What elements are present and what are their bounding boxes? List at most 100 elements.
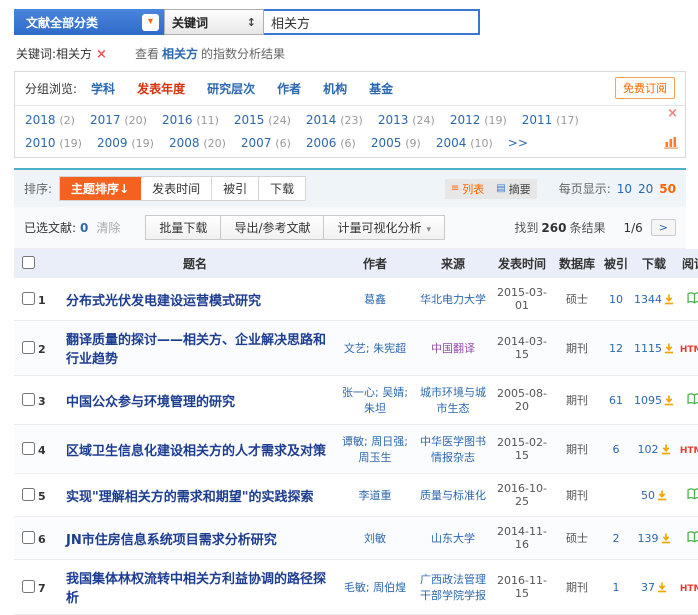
result-authors-link[interactable]: 谭敏; 周日强; 周玉生 <box>342 435 408 464</box>
list-view-button[interactable]: ≡列表 <box>445 179 490 199</box>
abstract-view-button[interactable]: ▤摘要 <box>490 179 536 199</box>
view-mode-toggle: ≡列表 ▤摘要 <box>445 179 537 199</box>
result-authors-link[interactable]: 张一心; 吴婧; 朱坦 <box>342 386 408 415</box>
row-checkbox[interactable] <box>22 531 35 544</box>
year-filter[interactable]: 2010 (19) <box>25 136 82 150</box>
year-filter[interactable]: 2011 (17) <box>522 113 579 127</box>
row-checkbox[interactable] <box>22 488 35 501</box>
category-select-button[interactable]: 文献全部分类 ▾ <box>14 9 164 35</box>
sort-by-cited[interactable]: 被引 <box>212 177 259 200</box>
year-filter[interactable]: 2004 (10) <box>436 136 493 150</box>
row-checkbox[interactable] <box>22 393 35 406</box>
result-row: 3 中国公众参与环境管理的研究 张一心; 吴婧; 朱坦 城市环境与城市生态 20… <box>14 376 698 425</box>
more-years-link[interactable]: >> <box>508 136 528 150</box>
chevron-down-icon[interactable]: ▾ <box>142 14 159 31</box>
cited-count-link[interactable]: 1 <box>613 581 620 594</box>
year-filter[interactable]: 2007 (6) <box>241 136 291 150</box>
row-checkbox[interactable] <box>22 442 35 455</box>
result-title-link[interactable]: 分布式光伏发电建设运营模式研究 <box>66 294 261 309</box>
download-icon <box>664 294 674 305</box>
year-filter[interactable]: 2013 (24) <box>378 113 435 127</box>
sort-by-date[interactable]: 发表时间 <box>141 177 212 200</box>
clear-selection-link[interactable]: 清除 <box>96 219 120 236</box>
year-filter[interactable]: 2017 (20) <box>90 113 147 127</box>
download-link[interactable]: 50 <box>641 489 667 502</box>
result-database: 硕士 <box>554 278 600 321</box>
search-input[interactable] <box>264 9 480 35</box>
result-title-link[interactable]: 实现"理解相关方的需求和期望"的实践探索 <box>66 490 314 505</box>
facet-tab-year[interactable]: 发表年度 <box>137 80 185 97</box>
result-source-link[interactable]: 华北电力大学 <box>420 293 486 306</box>
year-filter[interactable]: 2009 (19) <box>97 136 154 150</box>
cited-count-link[interactable]: 2 <box>613 532 620 545</box>
export-refs-button[interactable]: 导出/参考文献 <box>220 215 324 240</box>
result-title-link[interactable]: JN市住房信息系统项目需求分析研究 <box>66 533 277 548</box>
cited-count-link[interactable]: 12 <box>609 342 623 355</box>
per-page-10[interactable]: 10 <box>617 182 632 196</box>
download-link[interactable]: 37 <box>641 581 667 594</box>
download-link[interactable]: 102 <box>638 443 671 456</box>
read-html-link[interactable]: HTML <box>680 345 698 355</box>
sort-by-topic[interactable]: 主题排序↓ <box>60 177 141 200</box>
result-source-link[interactable]: 中国翻译 <box>431 342 475 355</box>
result-source-link[interactable]: 山东大学 <box>431 532 475 545</box>
result-authors-link[interactable]: 葛鑫 <box>364 293 386 306</box>
close-panel-icon[interactable]: × <box>667 106 678 121</box>
result-title-link[interactable]: 翻译质量的探讨——相关方、企业解决思路和行业趋势 <box>66 333 326 367</box>
search-field-select[interactable]: 关键词 ↕ <box>164 9 264 35</box>
facet-tab-institution[interactable]: 机构 <box>323 80 347 97</box>
year-filter[interactable]: 2006 (6) <box>306 136 356 150</box>
facet-tab-level[interactable]: 研究层次 <box>207 80 255 97</box>
select-all-checkbox[interactable] <box>22 256 35 269</box>
remove-filter-icon[interactable]: × <box>96 47 107 62</box>
result-source-link[interactable]: 质量与标准化 <box>420 489 486 502</box>
read-online-icon[interactable] <box>687 533 698 546</box>
read-online-icon[interactable] <box>687 490 698 503</box>
row-checkbox[interactable] <box>22 292 35 305</box>
sort-by-downloads[interactable]: 下载 <box>259 177 305 200</box>
table-header-row: 题名 作者 来源 发表时间 数据库 被引 下载 阅读 <box>14 249 698 278</box>
per-page-50[interactable]: 50 <box>659 182 676 196</box>
year-filter[interactable]: 2005 (9) <box>371 136 421 150</box>
year-filter[interactable]: 2018 (2) <box>25 113 75 127</box>
result-title-link[interactable]: 区域卫生信息化建设相关方的人才需求及对策 <box>66 444 326 459</box>
facet-tab-author[interactable]: 作者 <box>277 80 301 97</box>
free-subscribe-button[interactable]: 免费订阅 <box>615 77 675 99</box>
cited-count-link[interactable]: 6 <box>613 443 620 456</box>
read-html-link[interactable]: HTML <box>680 584 698 594</box>
read-html-link[interactable]: HTML <box>680 446 698 456</box>
per-page-20[interactable]: 20 <box>638 182 653 196</box>
metrics-analysis-button[interactable]: 计量可视化分析▾ <box>323 215 445 240</box>
facet-tab-fund[interactable]: 基金 <box>369 80 393 97</box>
year-filter[interactable]: 2016 (11) <box>162 113 219 127</box>
result-source-link[interactable]: 广西政法管理干部学院学报 <box>420 573 486 602</box>
index-analysis-link[interactable]: 相关方 <box>162 47 198 61</box>
result-date: 2015-02-15 <box>490 425 554 474</box>
facet-tab-subject[interactable]: 学科 <box>91 80 115 97</box>
year-filter[interactable]: 2008 (20) <box>169 136 226 150</box>
result-authors-link[interactable]: 李道重 <box>359 489 392 502</box>
row-checkbox[interactable] <box>22 341 35 354</box>
download-link[interactable]: 1095 <box>634 394 674 407</box>
year-chart-icon[interactable] <box>664 136 678 152</box>
year-filter[interactable]: 2014 (23) <box>306 113 363 127</box>
download-link[interactable]: 139 <box>638 532 671 545</box>
result-authors-link[interactable]: 毛敏; 周伯煌 <box>344 581 406 594</box>
year-filter[interactable]: 2012 (19) <box>450 113 507 127</box>
read-online-icon[interactable] <box>687 395 698 408</box>
result-title-link[interactable]: 我国集体林权流转中相关方利益协调的路径探析 <box>66 572 326 606</box>
download-link[interactable]: 1344 <box>634 293 674 306</box>
cited-count-link[interactable]: 10 <box>609 293 623 306</box>
result-source-link[interactable]: 中华医学图书情报杂志 <box>420 435 486 464</box>
result-source-link[interactable]: 城市环境与城市生态 <box>420 386 486 415</box>
year-filter[interactable]: 2015 (24) <box>234 113 291 127</box>
read-online-icon[interactable] <box>687 294 698 307</box>
download-link[interactable]: 1115 <box>634 342 674 355</box>
batch-download-button[interactable]: 批量下载 <box>145 215 221 240</box>
next-page-button[interactable]: > <box>651 219 676 236</box>
cited-count-link[interactable]: 61 <box>609 394 623 407</box>
row-checkbox[interactable] <box>22 580 35 593</box>
result-authors-link[interactable]: 刘敏 <box>364 532 386 545</box>
result-title-link[interactable]: 中国公众参与环境管理的研究 <box>66 395 235 410</box>
result-authors-link[interactable]: 文艺; 朱宪超 <box>344 342 406 355</box>
